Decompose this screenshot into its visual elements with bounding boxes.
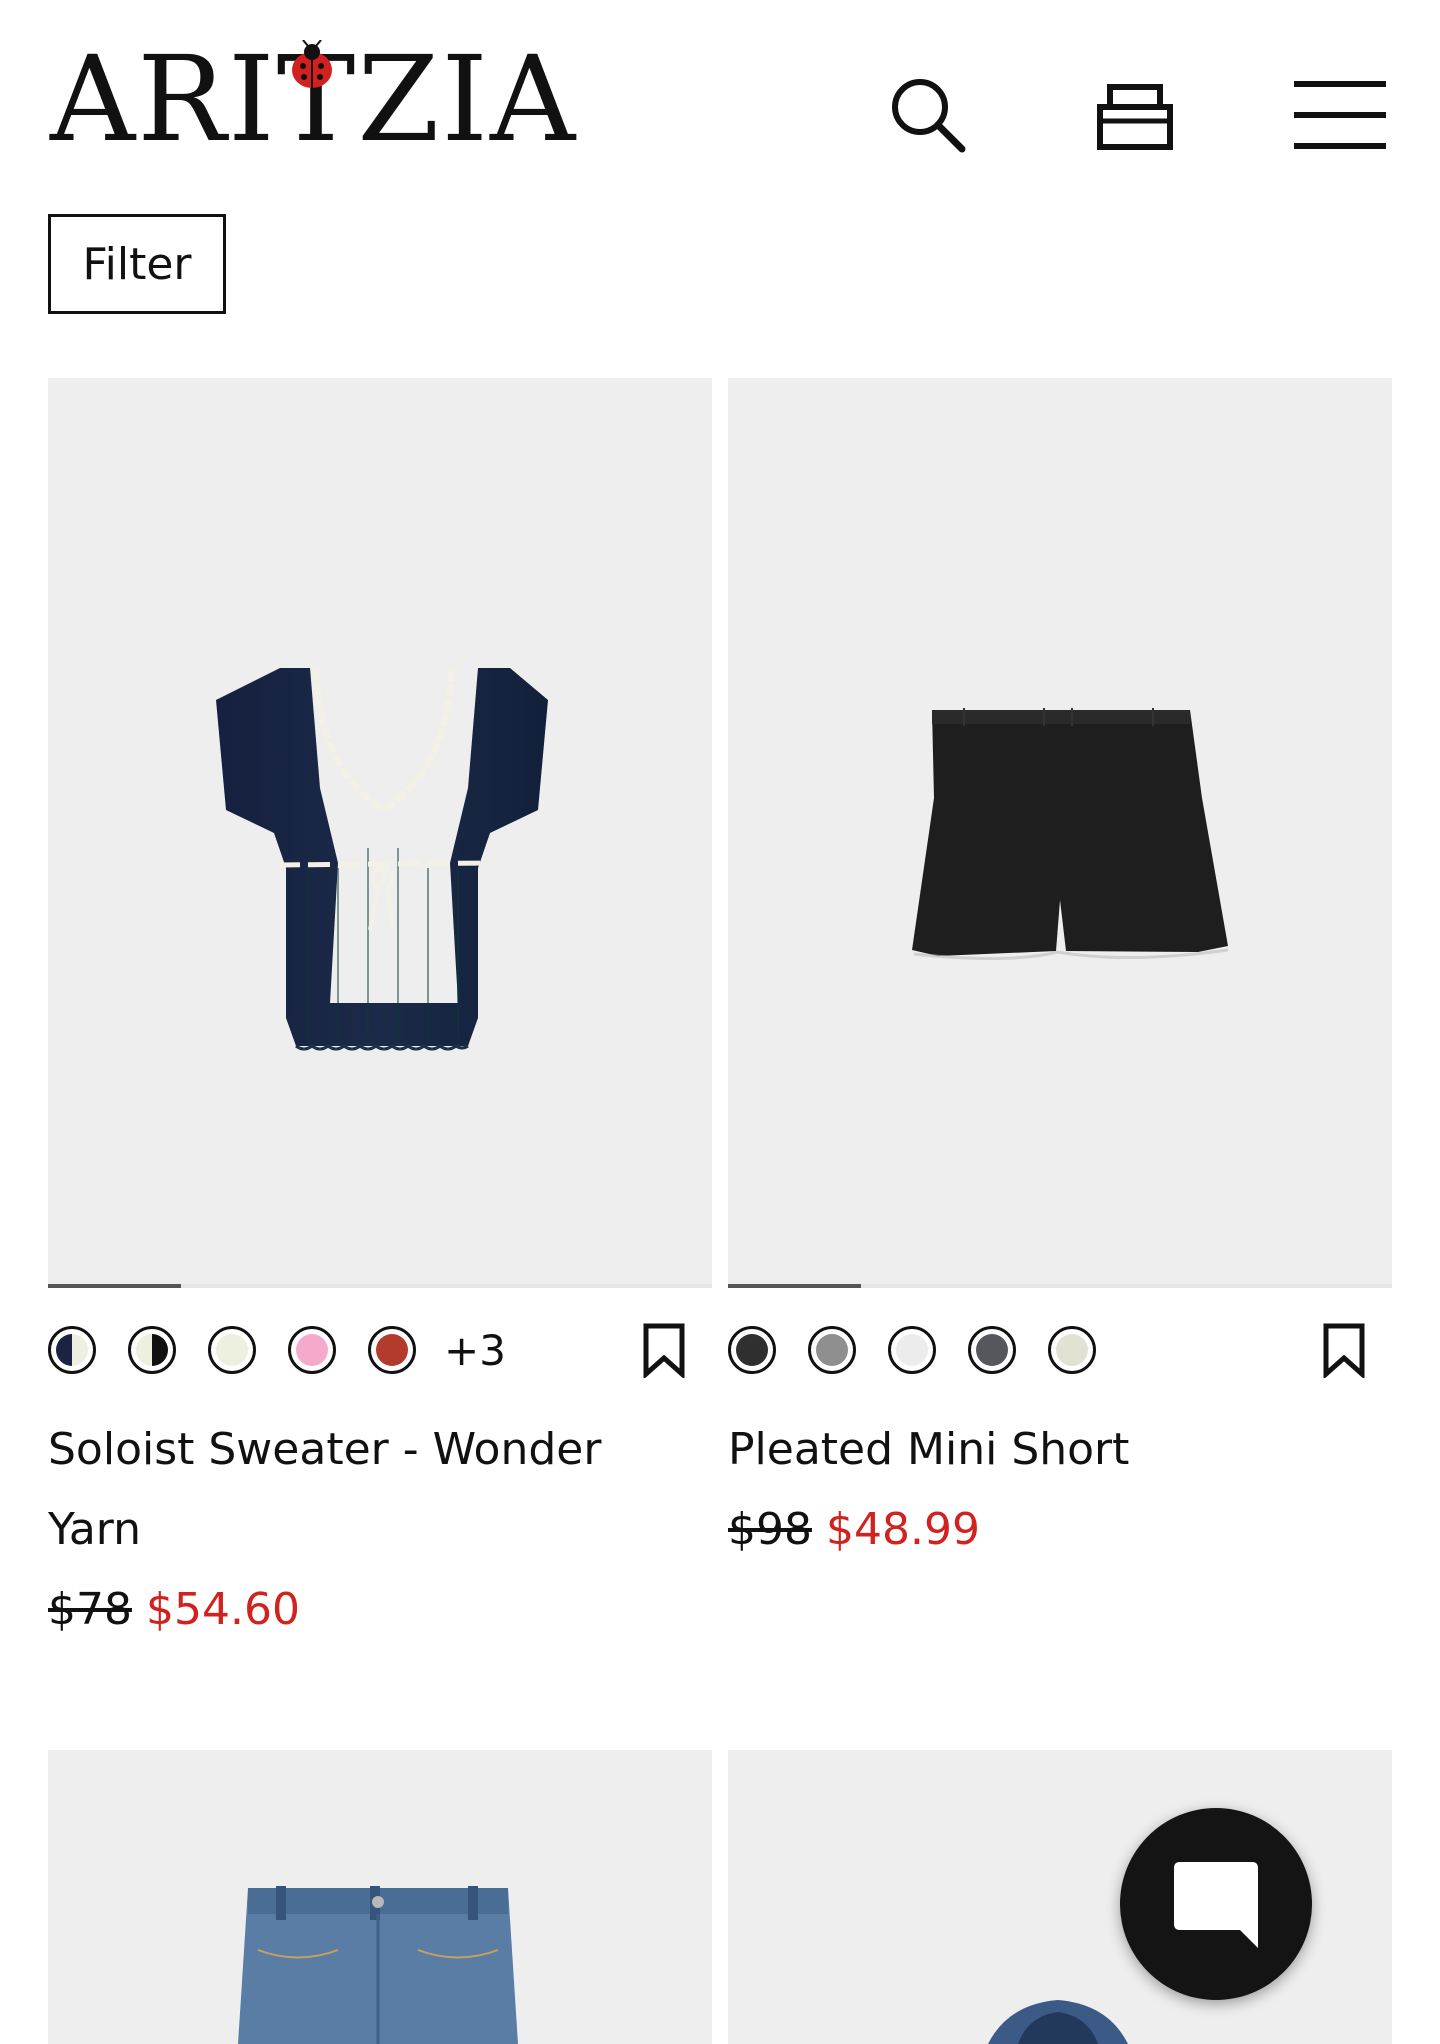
color-swatch[interactable] [128,1326,176,1374]
ladybug-logo-icon [292,40,332,88]
menu-icon [1294,81,1386,149]
bookmark-icon[interactable] [640,1322,688,1378]
site-header: ARITZIA [0,0,1440,180]
bookmark-icon[interactable] [1320,1322,1368,1378]
sweater-image [216,667,548,1051]
color-swatch[interactable] [968,1326,1016,1374]
product-image[interactable] [728,378,1392,1284]
search-button[interactable] [878,70,978,160]
chat-icon [1174,1862,1258,1948]
color-swatch[interactable] [1048,1326,1096,1374]
color-swatch[interactable] [368,1326,416,1374]
product-card-jeans[interactable] [48,1750,712,2044]
color-swatch[interactable] [208,1326,256,1374]
chat-button[interactable] [1120,1808,1312,2000]
product-name[interactable]: Soloist Sweater - Wonder Yarn [48,1410,688,1570]
color-swatch[interactable] [48,1326,96,1374]
original-price: $98 [728,1504,812,1555]
product-name[interactable]: Pleated Mini Short [728,1410,1368,1490]
color-swatches [728,1322,1128,1378]
original-price: $78 [48,1584,132,1635]
shopping-bag-button[interactable] [1085,70,1185,160]
product-image[interactable] [48,1750,712,2044]
color-swatch[interactable] [728,1326,776,1374]
menu-button[interactable] [1290,70,1390,160]
image-carousel-progress [728,1284,1392,1288]
jeans-image [238,1886,518,2044]
color-swatch[interactable] [888,1326,936,1374]
image-progress-fill [48,1284,181,1288]
product-price: $78 $54.60 [48,1580,300,1640]
filter-button[interactable]: Filter [48,214,226,314]
color-swatch[interactable] [808,1326,856,1374]
search-icon [892,79,966,153]
color-swatches: +3 [48,1322,506,1378]
more-colors-count[interactable]: +3 [444,1326,506,1375]
product-listing-page: ARITZIA Filter +3 Soloist Sweater - Wond… [0,0,1440,2044]
sale-price: $48.99 [825,1504,980,1555]
sale-price: $54.60 [145,1584,300,1635]
shorts-image [912,708,1229,961]
image-carousel-progress [48,1284,712,1288]
color-swatch[interactable] [288,1326,336,1374]
product-price: $98 $48.99 [728,1500,980,1560]
shopping-bag-icon [1097,84,1173,150]
product-image[interactable] [48,378,712,1284]
image-progress-fill [728,1284,861,1288]
